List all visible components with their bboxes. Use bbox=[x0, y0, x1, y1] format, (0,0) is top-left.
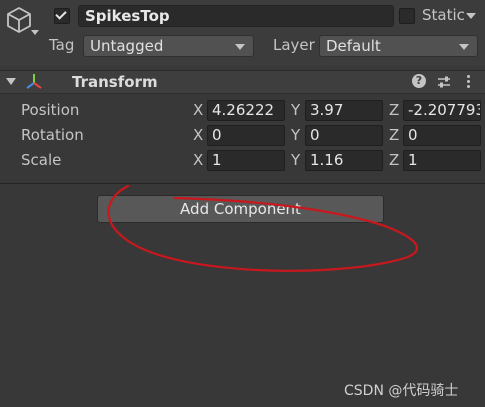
position-x-label[interactable]: X bbox=[193, 101, 203, 119]
scale-x-label[interactable]: X bbox=[193, 151, 203, 169]
position-y-field[interactable]: 3.97 bbox=[305, 100, 383, 121]
layer-dropdown[interactable]: Default bbox=[319, 35, 478, 57]
rotation-x-field[interactable]: 0 bbox=[207, 125, 285, 146]
scale-z-field[interactable]: 1 bbox=[403, 150, 481, 171]
component-title: Transform bbox=[72, 73, 158, 91]
static-checkbox[interactable] bbox=[399, 8, 415, 24]
scale-label: Scale bbox=[21, 151, 62, 169]
active-checkbox[interactable] bbox=[54, 8, 70, 24]
rotation-z-label[interactable]: Z bbox=[389, 126, 399, 144]
presets-icon[interactable] bbox=[436, 74, 452, 90]
object-name-input[interactable]: SpikesTop bbox=[78, 5, 394, 27]
tag-label: Tag bbox=[49, 36, 75, 54]
position-label: Position bbox=[21, 101, 80, 119]
scale-y-label[interactable]: Y bbox=[291, 151, 300, 169]
axes-icon bbox=[26, 74, 42, 89]
position-z-field[interactable]: -2.207793 bbox=[403, 100, 481, 121]
position-y-label[interactable]: Y bbox=[291, 101, 300, 119]
cube-icon[interactable] bbox=[6, 6, 32, 34]
icon-dropdown-caret-icon[interactable] bbox=[31, 30, 39, 35]
tag-dropdown[interactable]: Untagged bbox=[83, 35, 254, 57]
tag-value: Untagged bbox=[90, 37, 164, 55]
static-label[interactable]: Static bbox=[422, 6, 465, 24]
section-divider bbox=[0, 183, 485, 184]
rotation-z-field[interactable]: 0 bbox=[403, 125, 481, 146]
position-x-field[interactable]: 4.26222 bbox=[207, 100, 285, 121]
help-icon[interactable]: ? bbox=[412, 74, 426, 88]
scale-z-label[interactable]: Z bbox=[389, 151, 399, 169]
rotation-y-field[interactable]: 0 bbox=[305, 125, 383, 146]
rotation-x-label[interactable]: X bbox=[193, 126, 203, 144]
more-options-icon[interactable] bbox=[465, 74, 471, 90]
layer-label: Layer bbox=[273, 36, 315, 54]
static-dropdown-caret-icon[interactable] bbox=[466, 13, 476, 19]
add-component-button[interactable]: Add Component bbox=[97, 195, 384, 223]
watermark: CSDN @代码骑士 bbox=[344, 383, 459, 399]
position-z-label[interactable]: Z bbox=[389, 101, 399, 119]
chevron-down-icon bbox=[459, 44, 469, 50]
rotation-y-label[interactable]: Y bbox=[291, 126, 300, 144]
scale-y-field[interactable]: 1.16 bbox=[305, 150, 383, 171]
foldout-arrow-icon[interactable] bbox=[6, 78, 16, 85]
checkmark-icon bbox=[55, 8, 67, 20]
rotation-label: Rotation bbox=[21, 126, 84, 144]
scale-x-field[interactable]: 1 bbox=[207, 150, 285, 171]
layer-value: Default bbox=[326, 37, 381, 55]
chevron-down-icon bbox=[235, 44, 245, 50]
